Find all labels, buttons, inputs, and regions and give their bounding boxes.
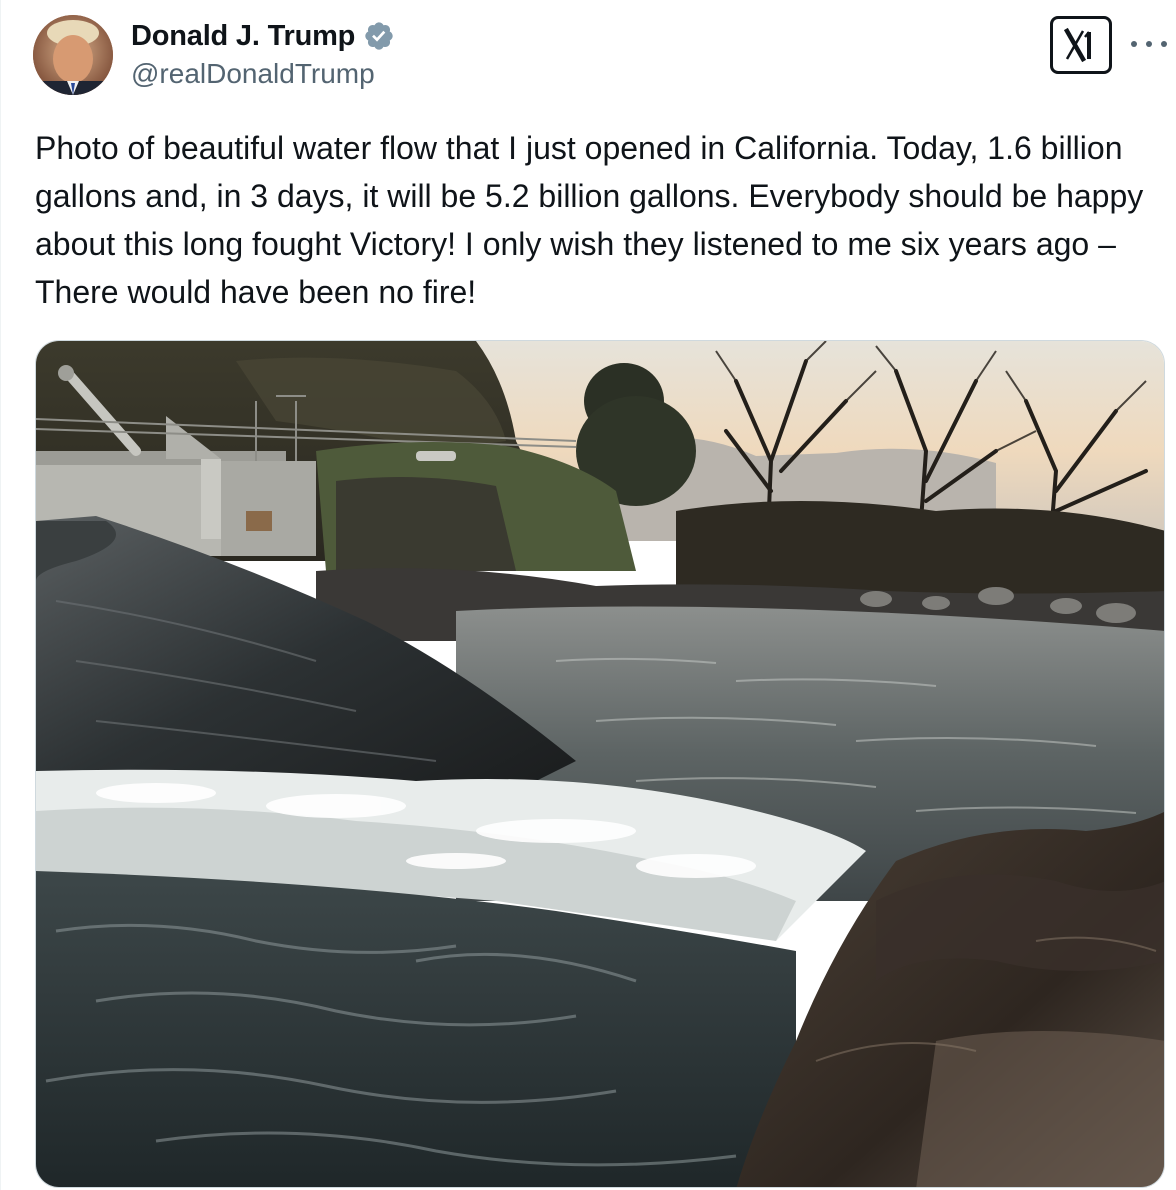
avatar-image [33,15,113,95]
author-display-name[interactable]: Donald J. Trump [131,20,355,53]
x-logo-icon[interactable] [1050,16,1112,74]
author-handle[interactable]: @realDonaldTrump [131,58,375,90]
author-name-row: Donald J. Trump [131,16,395,56]
more-options-icon[interactable] [1131,34,1167,54]
avatar[interactable] [33,15,113,95]
post: Donald J. Trump @realDonaldTrump Photo o… [0,0,1176,1190]
river-rapids-photo [36,341,1164,1187]
post-text: Photo of beautiful water flow that I jus… [35,130,1144,310]
verified-badge-icon [363,20,395,52]
post-photo[interactable] [35,340,1165,1188]
